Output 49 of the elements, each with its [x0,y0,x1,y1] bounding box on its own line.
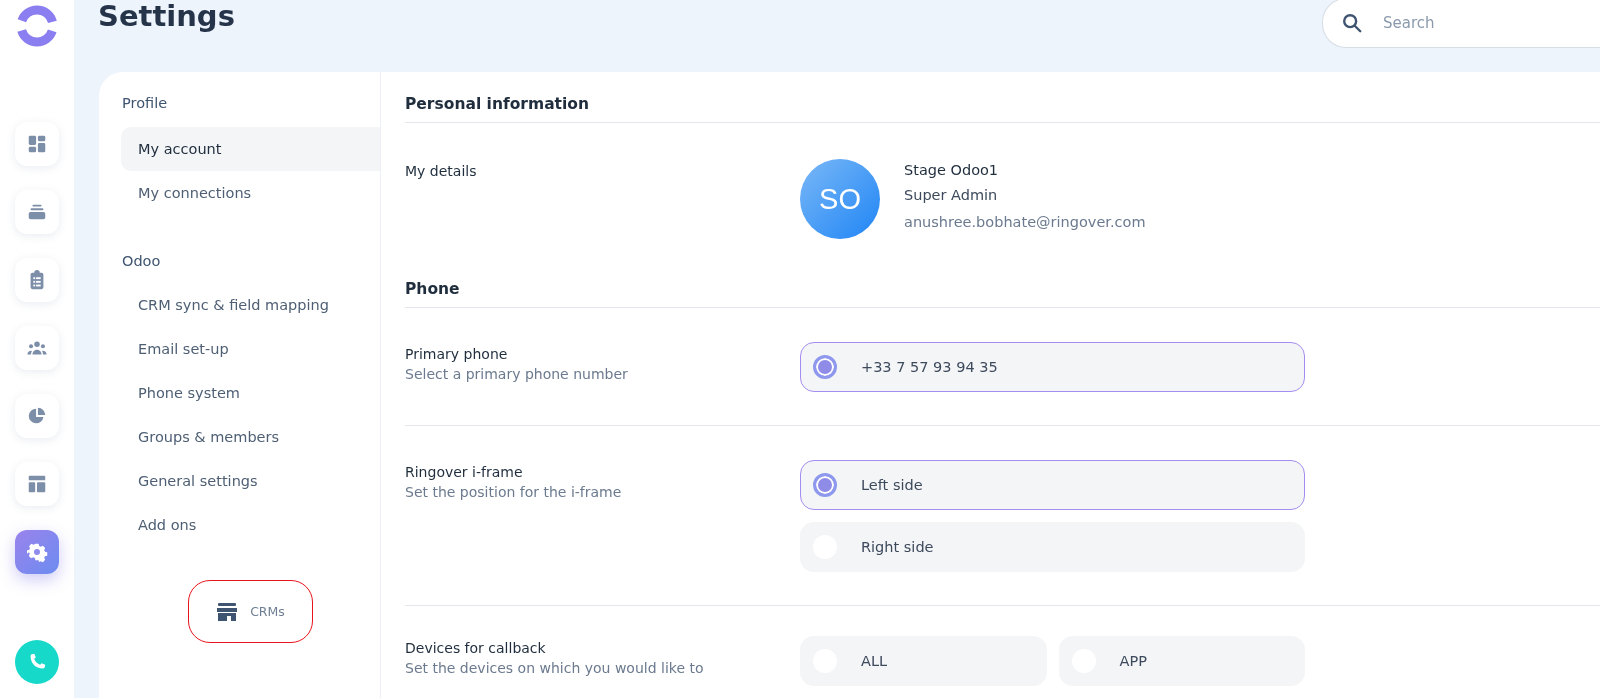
radio-option[interactable]: Right side [800,522,1305,572]
user-role: Super Admin [904,186,999,205]
option-label: Right side [861,539,934,555]
setting-label: My details [405,162,478,181]
nav-rail-button[interactable] [14,190,59,234]
avatar: SO [800,159,880,239]
section-heading: Phone [405,279,1600,308]
setting-description: Set the devices on which you would like to [405,659,705,678]
settings-nav-item[interactable]: My account [121,127,380,171]
settings-icon [25,541,48,563]
settings-nav-item[interactable]: General settings [121,459,380,503]
setting-label: Primary phone [405,345,509,364]
page-title: Settings [97,0,235,34]
option-label: +33 7 57 93 94 35 [861,359,998,375]
option-label: ALL [861,653,888,669]
setting-label: Ringover i-frame [405,463,524,482]
settings-nav-item[interactable]: Add ons [121,503,380,547]
search-field[interactable]: Search [1322,0,1600,48]
radio-option[interactable]: +33 7 57 93 94 35 [800,342,1305,392]
settings-nav-item[interactable]: Email set-up [121,327,380,371]
user-name: Stage Odoo1 [904,161,1000,180]
section-heading: Personal information [405,94,1600,123]
settings-nav-item[interactable]: CRM sync & field mapping [121,283,380,327]
nav-rail-button[interactable] [14,122,59,166]
store-icon [216,601,239,622]
settings-nav-item[interactable]: Groups & members [121,415,380,459]
setting-description: Set the position for the i-frame [405,483,623,502]
settings-nav-item[interactable]: Phone system [121,371,380,415]
setting-description: Select a primary phone number [405,365,629,384]
nav-rail-button[interactable] [14,530,59,574]
radio-icon [813,355,837,379]
nav-rail-button[interactable] [14,462,59,506]
search-input[interactable]: Search [1383,0,1600,47]
radio-option[interactable]: Left side [800,460,1305,510]
nav-rail-button[interactable] [14,326,59,370]
radio-icon [813,473,837,497]
crms-button[interactable]: CRMs [188,580,313,643]
logo-icon [15,5,58,47]
nav-rail-button[interactable] [14,394,59,438]
option-label: Left side [861,477,923,493]
user-email: anushree.bobhate@ringover.com [904,213,1146,232]
setting-label: Devices for callback [405,639,547,658]
nav-group-heading: Profile [122,94,168,113]
search-icon [1341,12,1363,34]
nav-group-heading: Odoo [122,252,161,271]
nav-rail-button[interactable] [14,258,59,302]
settings-nav-item[interactable]: My connections [121,171,380,215]
option-label: APP [1119,653,1147,669]
call-button[interactable] [14,640,59,684]
